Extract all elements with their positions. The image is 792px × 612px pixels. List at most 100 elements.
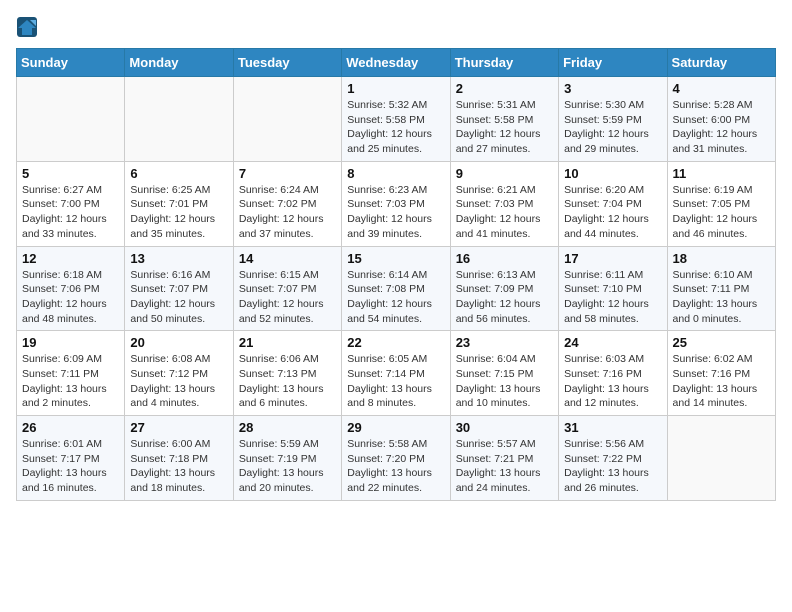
calendar-cell: 7 Sunrise: 6:24 AMSunset: 7:02 PMDaylight… bbox=[233, 161, 341, 246]
calendar-cell: 27 Sunrise: 6:00 AMSunset: 7:18 PMDayligh… bbox=[125, 416, 233, 501]
calendar-cell: 30 Sunrise: 5:57 AMSunset: 7:21 PMDayligh… bbox=[450, 416, 558, 501]
day-info: Sunrise: 5:30 AMSunset: 5:59 PMDaylight:… bbox=[564, 98, 661, 157]
day-info: Sunrise: 6:03 AMSunset: 7:16 PMDaylight:… bbox=[564, 352, 661, 411]
calendar-cell: 9Sunrise: 6:21 AMSunset: 7:03 PMDaylight… bbox=[450, 161, 558, 246]
day-number: 5 bbox=[22, 166, 119, 181]
day-info: Sunrise: 6:02 AMSunset: 7:16 PMDaylight:… bbox=[673, 352, 770, 411]
calendar-cell: 8 Sunrise: 6:23 AMSunset: 7:03 PMDaylight… bbox=[342, 161, 450, 246]
day-number: 14 bbox=[239, 251, 336, 266]
calendar-cell: 3 Sunrise: 5:30 AMSunset: 5:59 PMDaylight… bbox=[559, 77, 667, 162]
day-info: Sunrise: 5:59 AMSunset: 7:19 PMDaylight:… bbox=[239, 437, 336, 496]
day-number: 10 bbox=[564, 166, 661, 181]
calendar-cell: 11 Sunrise: 6:19 AMSunset: 7:05 PMDayligh… bbox=[667, 161, 775, 246]
calendar-cell: 5 Sunrise: 6:27 AMSunset: 7:00 PMDaylight… bbox=[17, 161, 125, 246]
calendar-cell: 17 Sunrise: 6:11 AMSunset: 7:10 PMDayligh… bbox=[559, 246, 667, 331]
day-number: 22 bbox=[347, 335, 444, 350]
day-info: Sunrise: 6:04 AMSunset: 7:15 PMDaylight:… bbox=[456, 352, 553, 411]
calendar-cell: 20 Sunrise: 6:08 AMSunset: 7:12 PMDayligh… bbox=[125, 331, 233, 416]
day-info: Sunrise: 6:00 AMSunset: 7:18 PMDaylight:… bbox=[130, 437, 227, 496]
day-number: 1 bbox=[347, 81, 444, 96]
calendar-cell: 24 Sunrise: 6:03 AMSunset: 7:16 PMDayligh… bbox=[559, 331, 667, 416]
day-number: 30 bbox=[456, 420, 553, 435]
calendar-cell: 1 Sunrise: 5:32 AMSunset: 5:58 PMDaylight… bbox=[342, 77, 450, 162]
day-info: Sunrise: 6:20 AMSunset: 7:04 PMDaylight:… bbox=[564, 183, 661, 242]
day-number: 17 bbox=[564, 251, 661, 266]
day-number: 19 bbox=[22, 335, 119, 350]
weekday-header-sunday: Sunday bbox=[17, 49, 125, 77]
logo-icon bbox=[16, 16, 38, 38]
weekday-header-wednesday: Wednesday bbox=[342, 49, 450, 77]
day-number: 6 bbox=[130, 166, 227, 181]
day-info: Sunrise: 6:21 AMSunset: 7:03 PMDaylight:… bbox=[456, 183, 553, 242]
calendar-cell: 21Sunrise: 6:06 AMSunset: 7:13 PMDayligh… bbox=[233, 331, 341, 416]
calendar-cell: 4Sunrise: 5:28 AMSunset: 6:00 PMDaylight… bbox=[667, 77, 775, 162]
day-info: Sunrise: 5:58 AMSunset: 7:20 PMDaylight:… bbox=[347, 437, 444, 496]
calendar-cell bbox=[125, 77, 233, 162]
day-info: Sunrise: 5:57 AMSunset: 7:21 PMDaylight:… bbox=[456, 437, 553, 496]
weekday-header-saturday: Saturday bbox=[667, 49, 775, 77]
calendar-cell bbox=[233, 77, 341, 162]
day-number: 8 bbox=[347, 166, 444, 181]
calendar-cell: 28 Sunrise: 5:59 AMSunset: 7:19 PMDayligh… bbox=[233, 416, 341, 501]
calendar-cell: 25 Sunrise: 6:02 AMSunset: 7:16 PMDayligh… bbox=[667, 331, 775, 416]
day-number: 23 bbox=[456, 335, 553, 350]
day-number: 13 bbox=[130, 251, 227, 266]
logo bbox=[16, 16, 40, 38]
day-info: Sunrise: 6:06 AMSunset: 7:13 PMDaylight:… bbox=[239, 352, 336, 411]
weekday-header-monday: Monday bbox=[125, 49, 233, 77]
day-info: Sunrise: 6:27 AMSunset: 7:00 PMDaylight:… bbox=[22, 183, 119, 242]
calendar-cell: 29 Sunrise: 5:58 AMSunset: 7:20 PMDayligh… bbox=[342, 416, 450, 501]
calendar-cell: 15 Sunrise: 6:14 AMSunset: 7:08 PMDayligh… bbox=[342, 246, 450, 331]
day-number: 26 bbox=[22, 420, 119, 435]
day-info: Sunrise: 6:05 AMSunset: 7:14 PMDaylight:… bbox=[347, 352, 444, 411]
day-info: Sunrise: 6:15 AMSunset: 7:07 PMDaylight:… bbox=[239, 268, 336, 327]
day-number: 12 bbox=[22, 251, 119, 266]
day-info: Sunrise: 6:19 AMSunset: 7:05 PMDaylight:… bbox=[673, 183, 770, 242]
day-number: 24 bbox=[564, 335, 661, 350]
day-info: Sunrise: 5:28 AMSunset: 6:00 PMDaylight:… bbox=[673, 98, 770, 157]
calendar-cell: 2 Sunrise: 5:31 AMSunset: 5:58 PMDaylight… bbox=[450, 77, 558, 162]
day-info: Sunrise: 6:23 AMSunset: 7:03 PMDaylight:… bbox=[347, 183, 444, 242]
calendar-cell: 23 Sunrise: 6:04 AMSunset: 7:15 PMDayligh… bbox=[450, 331, 558, 416]
day-info: Sunrise: 5:32 AMSunset: 5:58 PMDaylight:… bbox=[347, 98, 444, 157]
calendar-cell bbox=[667, 416, 775, 501]
weekday-header-tuesday: Tuesday bbox=[233, 49, 341, 77]
day-number: 7 bbox=[239, 166, 336, 181]
calendar-cell: 31 Sunrise: 5:56 AMSunset: 7:22 PMDayligh… bbox=[559, 416, 667, 501]
day-number: 28 bbox=[239, 420, 336, 435]
day-number: 16 bbox=[456, 251, 553, 266]
day-number: 15 bbox=[347, 251, 444, 266]
calendar-cell bbox=[17, 77, 125, 162]
day-number: 20 bbox=[130, 335, 227, 350]
day-number: 31 bbox=[564, 420, 661, 435]
calendar-cell: 16 Sunrise: 6:13 AMSunset: 7:09 PMDayligh… bbox=[450, 246, 558, 331]
day-info: Sunrise: 6:11 AMSunset: 7:10 PMDaylight:… bbox=[564, 268, 661, 327]
calendar-cell: 22 Sunrise: 6:05 AMSunset: 7:14 PMDayligh… bbox=[342, 331, 450, 416]
calendar-table: SundayMondayTuesdayWednesdayThursdayFrid… bbox=[16, 48, 776, 501]
day-info: Sunrise: 6:16 AMSunset: 7:07 PMDaylight:… bbox=[130, 268, 227, 327]
day-info: Sunrise: 6:13 AMSunset: 7:09 PMDaylight:… bbox=[456, 268, 553, 327]
day-number: 11 bbox=[673, 166, 770, 181]
weekday-header-thursday: Thursday bbox=[450, 49, 558, 77]
day-info: Sunrise: 5:56 AMSunset: 7:22 PMDaylight:… bbox=[564, 437, 661, 496]
day-info: Sunrise: 6:10 AMSunset: 7:11 PMDaylight:… bbox=[673, 268, 770, 327]
day-number: 2 bbox=[456, 81, 553, 96]
calendar-cell: 6 Sunrise: 6:25 AMSunset: 7:01 PMDaylight… bbox=[125, 161, 233, 246]
calendar-cell: 26Sunrise: 6:01 AMSunset: 7:17 PMDayligh… bbox=[17, 416, 125, 501]
day-number: 27 bbox=[130, 420, 227, 435]
day-info: Sunrise: 6:09 AMSunset: 7:11 PMDaylight:… bbox=[22, 352, 119, 411]
day-info: Sunrise: 6:08 AMSunset: 7:12 PMDaylight:… bbox=[130, 352, 227, 411]
day-info: Sunrise: 5:31 AMSunset: 5:58 PMDaylight:… bbox=[456, 98, 553, 157]
day-info: Sunrise: 6:24 AMSunset: 7:02 PMDaylight:… bbox=[239, 183, 336, 242]
calendar-cell: 12Sunrise: 6:18 AMSunset: 7:06 PMDayligh… bbox=[17, 246, 125, 331]
calendar-cell: 10 Sunrise: 6:20 AMSunset: 7:04 PMDayligh… bbox=[559, 161, 667, 246]
day-number: 29 bbox=[347, 420, 444, 435]
day-number: 25 bbox=[673, 335, 770, 350]
calendar-cell: 14 Sunrise: 6:15 AMSunset: 7:07 PMDayligh… bbox=[233, 246, 341, 331]
calendar-cell: 18Sunrise: 6:10 AMSunset: 7:11 PMDayligh… bbox=[667, 246, 775, 331]
day-info: Sunrise: 6:14 AMSunset: 7:08 PMDaylight:… bbox=[347, 268, 444, 327]
day-number: 3 bbox=[564, 81, 661, 96]
day-info: Sunrise: 6:25 AMSunset: 7:01 PMDaylight:… bbox=[130, 183, 227, 242]
weekday-header-friday: Friday bbox=[559, 49, 667, 77]
calendar-cell: 19 Sunrise: 6:09 AMSunset: 7:11 PMDayligh… bbox=[17, 331, 125, 416]
